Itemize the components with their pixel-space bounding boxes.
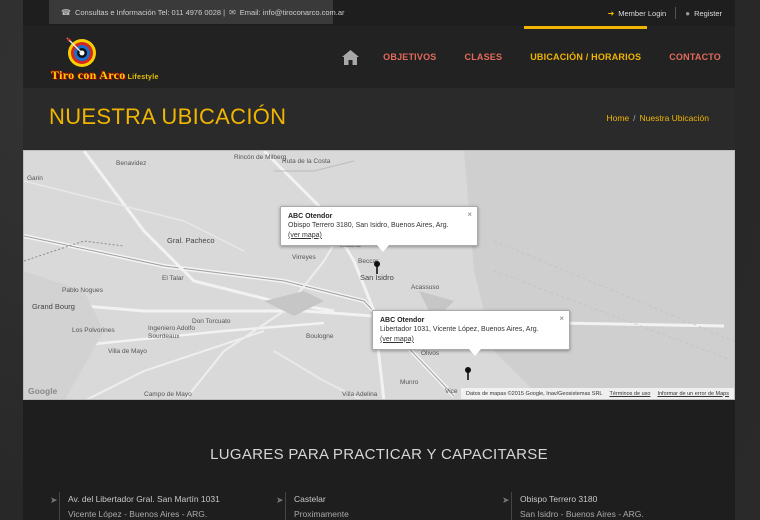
divider xyxy=(59,492,60,520)
nav-clases[interactable]: CLASES xyxy=(451,26,517,88)
location-line2: San Isidro - Buenos Aires - ARG. xyxy=(520,508,644,519)
map-label: Olivos xyxy=(421,350,440,357)
location-arrow-icon: ➤ xyxy=(50,495,58,505)
divider xyxy=(511,492,512,520)
map-label: Pablo Nogues xyxy=(62,287,103,294)
nav-ubicacion-horarios[interactable]: UBICACIÓN / HORARIOS xyxy=(516,26,655,88)
info-window-title: ABC Otendor xyxy=(288,213,333,220)
breadcrumb-separator: / xyxy=(633,113,636,123)
map-label: Munro xyxy=(400,379,419,386)
location-line2: Vicente López - Buenos Aires - ARG. xyxy=(68,508,208,519)
map-marker-icon[interactable] xyxy=(465,367,471,380)
google-map[interactable]: Garin Benavidez Rincón de Milberg Ruta d… xyxy=(23,150,735,400)
info-window-address: Libertador 1031, Vicente López, Buenos A… xyxy=(380,326,539,334)
phone-text: Consultas e Información Tel: 011 4976 00… xyxy=(74,7,226,17)
map-data-credit: Datos de mapas ©2015 Google, Inav/Geosis… xyxy=(466,390,603,397)
map-marker-icon[interactable] xyxy=(374,261,380,274)
target-logo-icon xyxy=(66,37,96,67)
map-label: Vice xyxy=(445,388,458,395)
breadcrumb-current: Nuestra Ubicación xyxy=(639,113,709,123)
location-line1: Castelar xyxy=(294,494,326,504)
map-label: Ingeniero Adolfo Sourdeaux xyxy=(148,325,195,341)
map-info-window: ABC Otendor Obispo Terrero 3180, San Isi… xyxy=(280,206,478,253)
map-label: El Talar xyxy=(162,275,184,282)
map-label: Boulogne xyxy=(306,333,334,340)
google-logo: Google xyxy=(28,386,58,396)
top-bar: ☎ Consultas e Información Tel: 011 4976 … xyxy=(23,0,735,26)
divider xyxy=(285,492,286,520)
breadcrumb-home[interactable]: Home xyxy=(606,113,629,123)
home-nav-button[interactable] xyxy=(332,26,369,88)
email-text[interactable]: Email: info@tiroconarco.com.ar xyxy=(240,8,345,17)
site-logo[interactable]: Tiro con Arco Lifestyle xyxy=(51,36,161,82)
map-label: Garin xyxy=(27,175,43,182)
home-icon xyxy=(342,49,360,65)
map-label: Grand Bourg xyxy=(32,302,75,311)
map-attribution: Datos de mapas ©2015 Google, Inav/Geosis… xyxy=(461,388,734,399)
map-label: Virreyes xyxy=(292,254,316,261)
map-label: Acassuso xyxy=(411,284,440,291)
location-item: ➤ Castelar Proximamente xyxy=(276,492,494,520)
places-section: LUGARES PARA PRACTICAR Y CAPACITARSE ➤ A… xyxy=(23,400,735,520)
page-header: NUESTRA UBICACIÓN Home / Nuestra Ubicaci… xyxy=(23,88,735,150)
section-title: LUGARES PARA PRACTICAR Y CAPACITARSE xyxy=(210,446,548,463)
report-error-link[interactable]: Informar de un error de Maps xyxy=(657,391,729,397)
contact-info: ☎ Consultas e Información Tel: 011 4976 … xyxy=(49,0,345,24)
logo-text: Tiro con Arco Lifestyle xyxy=(51,68,159,82)
nav-objetivos[interactable]: OBJETIVOS xyxy=(369,26,450,88)
location-item: ➤ Av. del Libertador Gral. San Martín 10… xyxy=(50,492,268,520)
envelope-icon: ✉ xyxy=(229,7,236,17)
map-label: Ruta de la Costa xyxy=(282,158,331,165)
map-label: San Isidro xyxy=(360,273,394,282)
map-label: Campo de Mayo xyxy=(144,391,192,398)
sign-in-icon: ➜ xyxy=(607,8,615,18)
breadcrumb: Home / Nuestra Ubicación xyxy=(606,113,709,123)
map-label: Rincón de Milberg xyxy=(234,154,287,161)
main-navbar: Tiro con Arco Lifestyle OBJETIVOS CLASES … xyxy=(23,26,735,88)
location-line1: Av. del Libertador Gral. San Martín 1031 xyxy=(68,494,220,504)
info-window-title: ABC Otendor xyxy=(380,317,425,324)
info-window-address: Obispo Terrero 3180, San Isidro, Buenos … xyxy=(288,222,449,230)
ver-mapa-link[interactable]: (ver mapa) xyxy=(380,335,551,344)
map-label: Benavidez xyxy=(116,160,147,167)
user-icon: ● xyxy=(685,8,691,18)
page-title: NUESTRA UBICACIÓN xyxy=(49,104,287,129)
location-arrow-icon: ➤ xyxy=(276,495,284,505)
phone-icon: ☎ xyxy=(61,7,71,17)
map-label: Los Polvorines xyxy=(72,327,115,334)
terms-of-use-link[interactable]: Términos de uso xyxy=(609,391,650,397)
close-icon[interactable]: × xyxy=(559,314,564,325)
close-icon[interactable]: × xyxy=(467,210,472,221)
location-arrow-icon: ➤ xyxy=(502,495,510,505)
map-label: Don Torcuato xyxy=(192,318,231,325)
map-info-window: ABC Otendor Libertador 1031, Vicente Lóp… xyxy=(372,310,570,357)
ver-mapa-link[interactable]: (ver mapa) xyxy=(288,231,459,240)
location-line2: Proximamente xyxy=(294,508,349,519)
register-label: Register xyxy=(694,8,722,18)
location-item: ➤ Obispo Terrero 3180 San Isidro - Bueno… xyxy=(502,492,720,520)
nav-contacto[interactable]: CONTACTO xyxy=(655,26,735,88)
member-login-label: Member Login xyxy=(618,8,667,18)
location-line1: Obispo Terrero 3180 xyxy=(520,494,598,504)
account-links: ➜ Member Login ● Register xyxy=(599,0,731,26)
member-login-link[interactable]: ➜ Member Login xyxy=(599,9,676,18)
map-label: Villa Adelina xyxy=(342,391,378,398)
map-label: Villa de Mayo xyxy=(108,348,147,355)
main-menu: OBJETIVOS CLASES UBICACIÓN / HORARIOS CO… xyxy=(332,26,735,88)
map-label: Gral. Pacheco xyxy=(167,236,215,245)
register-link[interactable]: ● Register xyxy=(676,9,731,18)
